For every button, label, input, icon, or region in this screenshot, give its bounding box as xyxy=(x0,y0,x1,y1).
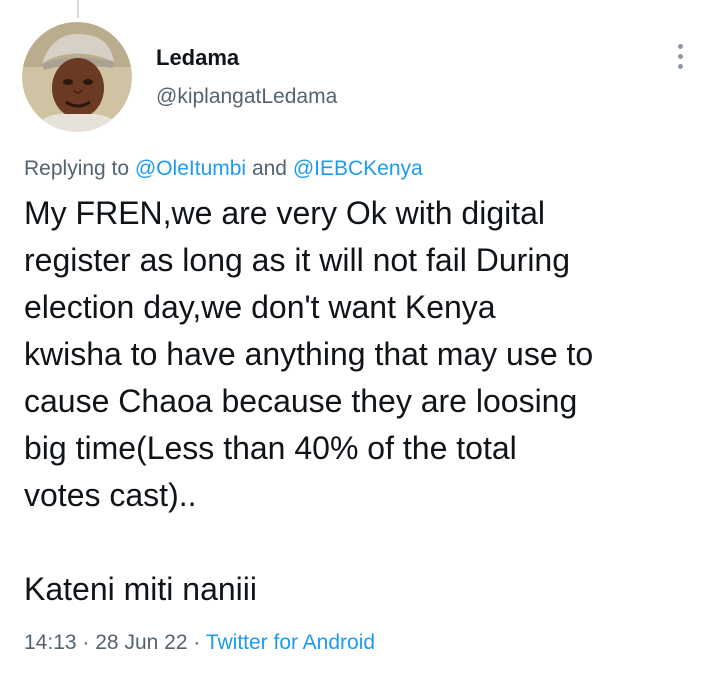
tweet-date[interactable]: 28 Jun 22 xyxy=(95,631,187,654)
more-vertical-icon-dot-3 xyxy=(677,63,683,69)
more-vertical-icon-dot-2 xyxy=(677,53,683,59)
more-options-button[interactable] xyxy=(664,40,696,72)
tweet-time[interactable]: 14:13 xyxy=(24,631,77,654)
avatar[interactable] xyxy=(22,22,132,132)
reply-mention-oleitumbi[interactable]: @OleItumbi xyxy=(135,157,246,180)
tweet-line: register as long as it will not fail Dur… xyxy=(24,242,571,278)
tweet-line: kwisha to have anything that may use to xyxy=(24,336,594,372)
tweet-source-link[interactable]: Twitter for Android xyxy=(206,631,375,654)
tweet-body: My FREN,we are very Ok with digital regi… xyxy=(24,190,694,613)
tweet-line: election day,we don't want Kenya xyxy=(24,289,496,325)
tweet-line: big time(Less than 40% of the total xyxy=(24,430,517,466)
tweet-line: votes cast).. xyxy=(24,477,197,513)
meta-separator: · xyxy=(82,631,90,654)
avatar-image xyxy=(22,22,132,132)
tweet-closing-line: Kateni miti naniii xyxy=(24,571,257,607)
replying-conjunction: and xyxy=(251,157,287,180)
more-vertical-icon xyxy=(677,43,683,49)
tweet-detail: Ledama @kiplangatLedama Replying to @Ole… xyxy=(0,0,720,677)
replying-to: Replying to @OleItumbi and @IEBCKenya xyxy=(24,155,423,183)
tweet-metadata: 14:13 · 28 Jun 22 · Twitter for Android xyxy=(24,629,375,657)
thread-connector-line xyxy=(77,0,79,18)
meta-separator-2: · xyxy=(193,631,201,654)
author-info: Ledama @kiplangatLedama xyxy=(156,44,337,110)
tweet-line: My FREN,we are very Ok with digital xyxy=(24,195,546,231)
replying-to-label: Replying to xyxy=(24,157,130,180)
author-display-name[interactable]: Ledama xyxy=(156,44,337,72)
tweet-line: cause Chaoa because they are loosing xyxy=(24,383,578,419)
reply-mention-iebckenya[interactable]: @IEBCKenya xyxy=(293,157,423,180)
author-handle[interactable]: @kiplangatLedama xyxy=(156,84,337,110)
